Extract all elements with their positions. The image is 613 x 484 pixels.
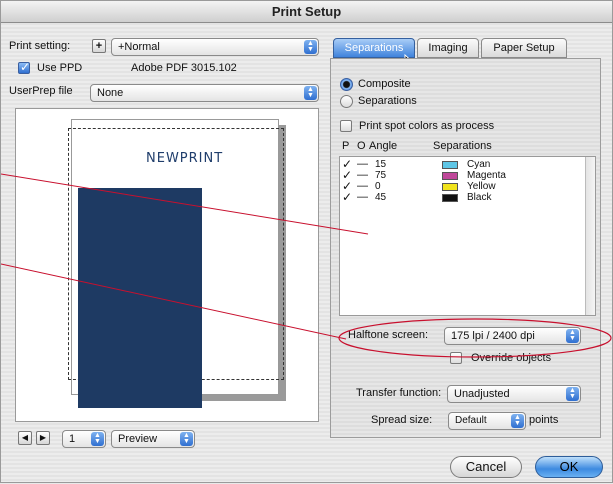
print-setup-window: Print Setup Print setting: + +Normal ▲ ▼ … <box>0 0 613 483</box>
callout-line-1 <box>1 173 369 235</box>
callout-overlay <box>1 173 612 358</box>
halftone-callout-ellipse <box>338 318 612 358</box>
callout-line-2 <box>1 263 347 340</box>
